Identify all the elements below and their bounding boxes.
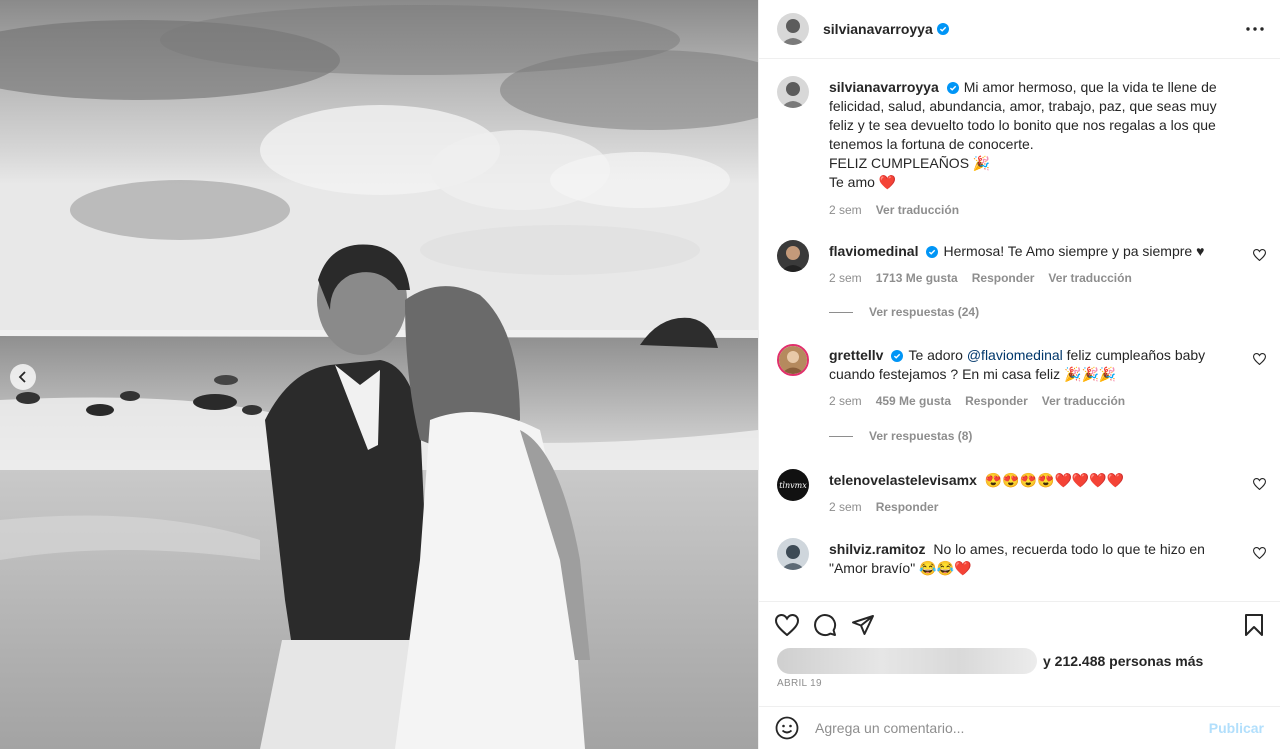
share-icon <box>852 614 874 635</box>
chevron-left-icon <box>18 371 26 383</box>
post-date[interactable]: ABRIL 19 <box>777 678 822 689</box>
more-options-button[interactable] <box>1246 27 1264 31</box>
caption-line: Mi amor hermoso, que la vida te llene de <box>963 79 1217 95</box>
comment-icon <box>814 613 837 636</box>
view-replies-button[interactable]: Ver respuestas (8) <box>829 429 972 443</box>
reply-button[interactable]: Responder <box>965 392 1028 411</box>
view-replies-label: Ver respuestas (8) <box>869 429 973 443</box>
blurred-liker-names <box>777 648 1037 674</box>
comment-like-heart-icon[interactable] <box>1253 353 1266 365</box>
comments-list[interactable]: silvianavarroyya Mi amor hermoso, que la … <box>759 59 1280 601</box>
commenter-avatar[interactable] <box>777 538 809 570</box>
comment-text: Te adoro <box>908 347 963 363</box>
caption-time[interactable]: 2 sem <box>829 201 862 220</box>
verified-icon <box>891 350 904 362</box>
mention-link[interactable]: @flaviomedinal <box>967 347 1063 363</box>
comment-text: 😍😍😍😍❤️❤️❤️❤️ <box>984 472 1125 488</box>
author-username[interactable]: silvianavarroyya <box>823 21 933 37</box>
commenter-avatar[interactable] <box>777 344 809 376</box>
caption-line: FELIZ CUMPLEAÑOS 🎉 <box>829 155 991 171</box>
divider-line <box>829 311 853 313</box>
previous-photo-button[interactable] <box>10 364 36 390</box>
reply-button[interactable]: Responder <box>876 498 939 517</box>
avatar-logo-text: tlnvmx <box>779 480 807 490</box>
add-comment-bar: Publicar <box>759 706 1280 749</box>
comment-button[interactable] <box>813 613 837 637</box>
caption: silvianavarroyya Mi amor hermoso, que la … <box>777 76 1266 220</box>
publish-button[interactable]: Publicar <box>1209 720 1264 736</box>
comment-like-heart-icon[interactable] <box>1253 478 1266 490</box>
author-avatar[interactable] <box>777 76 809 108</box>
translate-link[interactable]: Ver traducción <box>1048 269 1131 288</box>
commenter-username[interactable]: grettellv <box>829 347 883 363</box>
comment-like-heart-icon[interactable] <box>1253 547 1266 559</box>
commenter-avatar[interactable] <box>777 240 809 272</box>
more-icon <box>1246 27 1264 31</box>
comment-like-heart-icon[interactable] <box>1253 249 1266 261</box>
view-replies-button[interactable]: Ver respuestas (24) <box>829 305 979 319</box>
verified-icon <box>926 246 939 258</box>
comment-text: "Amor bravío" 😂😂❤️ <box>829 560 972 576</box>
comment-input[interactable] <box>815 720 1209 736</box>
caption-username[interactable]: silvianavarroyya <box>829 79 939 95</box>
comment-time[interactable]: 2 sem <box>829 498 862 517</box>
save-button[interactable] <box>1244 613 1264 637</box>
comment-text: feliz cumpleaños baby <box>1066 347 1206 363</box>
verified-icon <box>936 23 949 35</box>
save-icon <box>1245 613 1263 636</box>
commenter-username[interactable]: flaviomedinal <box>829 243 918 259</box>
divider-line <box>829 435 853 437</box>
verified-icon <box>946 82 959 94</box>
caption-line: felicidad, salud, abundancia, amor, trab… <box>829 98 1217 114</box>
comment-time[interactable]: 2 sem <box>829 392 862 411</box>
author-avatar[interactable] <box>777 13 809 45</box>
comment-time[interactable]: 2 sem <box>829 269 862 288</box>
post-photo[interactable] <box>0 0 758 749</box>
comment-item: flaviomedinal Hermosa! Te Amo siempre y p… <box>777 240 1266 288</box>
caption-line: Te amo ❤️ <box>829 174 897 190</box>
reply-button[interactable]: Responder <box>972 269 1035 288</box>
comment-text: cuando festejamos ? En mi casa feliz 🎉🎉🎉 <box>829 366 1117 382</box>
translate-link[interactable]: Ver traducción <box>1042 392 1125 411</box>
comment-item: shilviz.ramitoz No lo ames, recuerda tod… <box>777 538 1266 578</box>
post-actions <box>759 601 1280 641</box>
post-header: silvianavarroyya <box>759 0 1280 59</box>
commenter-avatar[interactable]: tlnvmx <box>777 469 809 501</box>
commenter-username[interactable]: shilviz.ramitoz <box>829 541 925 557</box>
likes-summary[interactable]: y 212.488 personas más <box>777 648 1203 674</box>
comment-item: tlnvmx telenovelastelevisamx 😍😍😍😍❤️❤️❤️❤… <box>777 469 1266 517</box>
caption-translate-link[interactable]: Ver traducción <box>876 201 959 220</box>
commenter-username[interactable]: telenovelastelevisamx <box>829 472 977 488</box>
likes-count-text[interactable]: y 212.488 personas más <box>1043 653 1203 669</box>
comment-item: grettellv Te adoro @flaviomedinal feliz c… <box>777 344 1266 411</box>
caption-line: feliz y te sea devuelto todo lo bonito q… <box>829 117 1216 133</box>
beach-couple-photo <box>0 0 758 749</box>
like-button[interactable] <box>775 613 799 636</box>
comment-text: No lo ames, recuerda todo lo que te hizo… <box>933 541 1205 557</box>
comment-likes[interactable]: 459 Me gusta <box>876 392 951 411</box>
caption-line: tenemos la fortuna de conocerte. <box>829 136 1034 152</box>
emoji-icon <box>775 716 799 740</box>
share-button[interactable] <box>851 613 875 637</box>
comment-text: Hermosa! Te Amo siempre y pa siempre ♥ <box>943 243 1205 259</box>
view-replies-label: Ver respuestas (24) <box>869 305 980 319</box>
comment-likes[interactable]: 1713 Me gusta <box>876 269 958 288</box>
post-panel: silvianavarroyya silvianavarroyya Mi amor… <box>758 0 1280 749</box>
emoji-button[interactable] <box>775 716 799 740</box>
heart-icon <box>775 613 799 636</box>
